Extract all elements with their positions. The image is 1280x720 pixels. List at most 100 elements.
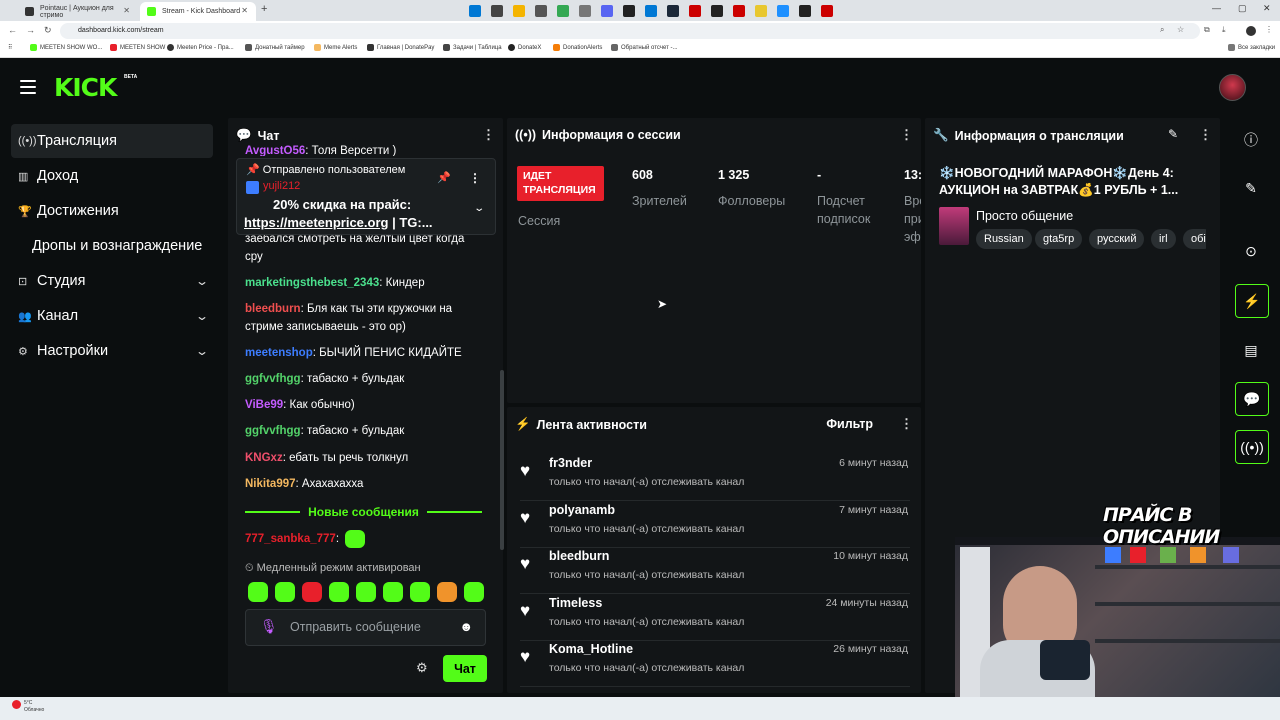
edit-stream-icon[interactable]: ✎ bbox=[1232, 169, 1270, 207]
chat-scrollbar[interactable] bbox=[500, 370, 504, 550]
new-messages-divider[interactable]: Новые сообщения bbox=[237, 503, 490, 521]
activity-username[interactable]: Koma_Hotline bbox=[549, 642, 633, 656]
activity-username[interactable]: polyanamb bbox=[549, 503, 615, 517]
chat-settings-gear-icon[interactable]: ⚙ bbox=[416, 660, 428, 676]
weather-widget[interactable]: 5°C Облачно bbox=[24, 700, 44, 714]
activity-menu-icon[interactable]: ⋮ bbox=[900, 416, 913, 432]
taskbar-app-icon[interactable] bbox=[711, 5, 723, 17]
taskbar-app-icon[interactable] bbox=[821, 5, 833, 17]
kick-logo[interactable]: KICK bbox=[54, 73, 117, 102]
taskbar-app-icon[interactable] bbox=[601, 5, 613, 17]
rail-broadcast-icon[interactable]: ((•)) bbox=[1235, 430, 1269, 464]
sidebar-item-channel[interactable]: 👥 Канал ⌄ bbox=[11, 299, 213, 333]
chat-input[interactable]: 🎙 Отправить сообщение ☻ bbox=[245, 609, 486, 646]
taskbar-app-icon[interactable] bbox=[557, 5, 569, 17]
chat-username[interactable]: AvgustO56 bbox=[245, 145, 305, 156]
activity-item[interactable]: ♥ polyanamb только что начал(-а) отслежива… bbox=[520, 502, 910, 548]
taskbar-app-icon[interactable] bbox=[535, 5, 547, 17]
taskbar-app-icon[interactable] bbox=[491, 5, 503, 17]
taskbar-app-icon[interactable] bbox=[469, 5, 481, 17]
emoji-picker-icon[interactable]: ☻ bbox=[459, 619, 473, 634]
edit-pencil-icon[interactable]: ✎ bbox=[1168, 127, 1178, 141]
rail-chat-icon[interactable]: 💬 bbox=[1235, 382, 1269, 416]
category-thumbnail[interactable] bbox=[939, 207, 969, 245]
chat-username[interactable]: ggfvvfhgg bbox=[245, 425, 301, 437]
browser-menu-icon[interactable]: ⋮ bbox=[1265, 25, 1273, 34]
sidebar-item-achievements[interactable]: 🏆 Достижения bbox=[11, 194, 213, 228]
bookmark-item[interactable]: Главная | DonatePay bbox=[367, 44, 434, 51]
stream-tag[interactable]: Russian bbox=[976, 229, 1032, 249]
stream-tag[interactable]: обі bbox=[1183, 229, 1206, 249]
activity-username[interactable]: bleedburn bbox=[549, 549, 609, 563]
zoom-icon[interactable]: ⌕ bbox=[1160, 25, 1164, 35]
emote-icon[interactable] bbox=[464, 582, 484, 602]
bookmark-item[interactable]: Донатный таймер bbox=[245, 44, 305, 51]
taskbar-app-icon[interactable] bbox=[689, 5, 701, 17]
close-window-icon[interactable]: ✕ bbox=[1263, 3, 1271, 14]
info-icon[interactable]: ⓘ bbox=[1232, 121, 1270, 159]
chevron-down-icon[interactable]: ⌄ bbox=[195, 309, 209, 323]
hamburger-menu-icon[interactable] bbox=[20, 80, 36, 94]
forward-icon[interactable]: → bbox=[26, 25, 35, 35]
close-tab-icon[interactable]: ✕ bbox=[123, 6, 130, 15]
sidebar-item-settings[interactable]: ⚙ Настройки ⌄ bbox=[11, 334, 213, 368]
emote-icon[interactable] bbox=[356, 582, 376, 602]
emote-icon[interactable] bbox=[248, 582, 268, 602]
chat-username[interactable]: marketingsthebest_2343 bbox=[245, 277, 379, 289]
bookmark-item[interactable]: MEETEN SHOW bbox=[110, 44, 165, 51]
pinned-message[interactable]: 📌 Отправлено пользователем yujli212 20% … bbox=[236, 158, 496, 235]
chat-username[interactable]: KNGxz bbox=[245, 452, 283, 464]
taskbar-app-icon[interactable] bbox=[645, 5, 657, 17]
all-bookmarks[interactable]: Все закладки bbox=[1228, 44, 1275, 51]
minimize-icon[interactable]: — bbox=[1212, 3, 1221, 13]
emote-icon[interactable] bbox=[383, 582, 403, 602]
session-menu-icon[interactable]: ⋮ bbox=[900, 127, 913, 143]
address-bar[interactable]: dashboard.kick.com/stream bbox=[60, 23, 1200, 39]
stream-tag[interactable]: gta5rp bbox=[1035, 229, 1083, 249]
bookmark-star-icon[interactable]: ☆ bbox=[1177, 25, 1184, 34]
bookmark-item[interactable]: Meeten Price - Пра... bbox=[167, 44, 234, 51]
bookmark-item[interactable]: Задачи | Таблица bbox=[443, 44, 502, 51]
browser-tab-kick-dashboard[interactable]: Stream - Kick Dashboard ✕ bbox=[140, 2, 256, 21]
pinned-menu-icon[interactable]: ⋮ bbox=[469, 171, 481, 185]
activity-username[interactable]: fr3nder bbox=[549, 456, 592, 470]
stream-category[interactable]: Просто общение bbox=[976, 209, 1073, 223]
emote-icon[interactable] bbox=[410, 582, 430, 602]
send-chat-button[interactable]: Чат bbox=[443, 655, 487, 682]
activity-item[interactable]: ♥ fr3nder только что начал(-а) отслеживать… bbox=[520, 455, 910, 501]
chat-username[interactable]: ggfvvfhgg bbox=[245, 373, 301, 385]
emote-icon[interactable] bbox=[275, 582, 295, 602]
activity-filter-button[interactable]: Фильтр bbox=[826, 417, 873, 431]
chat-username[interactable]: ViBe99 bbox=[245, 399, 283, 411]
pinned-username[interactable]: yujli212 bbox=[263, 180, 300, 192]
emote-icon[interactable] bbox=[302, 582, 322, 602]
sidebar-item-studio[interactable]: ⊡ Студия ⌄ bbox=[11, 264, 213, 298]
taskbar-app-icon[interactable] bbox=[623, 5, 635, 17]
chevron-down-icon[interactable]: ⌄ bbox=[195, 344, 209, 358]
rail-lightning-icon[interactable]: ⚡ bbox=[1235, 284, 1269, 318]
stream-info-menu-icon[interactable]: ⋮ bbox=[1199, 127, 1212, 143]
activity-item[interactable]: ♥ bleedburn только что начал(-а) отслежива… bbox=[520, 548, 910, 594]
chat-username[interactable]: meetenshop bbox=[245, 347, 313, 359]
sidebar-item-drops[interactable]: Дропы и вознаграждение bbox=[32, 229, 234, 263]
mic-icon[interactable]: 🎙 bbox=[260, 618, 278, 635]
chevron-down-icon[interactable]: ⌄ bbox=[195, 274, 209, 288]
apps-icon[interactable]: ⠿ bbox=[8, 44, 12, 51]
taskbar-app-icon[interactable] bbox=[777, 5, 789, 17]
taskbar-app-icon[interactable] bbox=[733, 5, 745, 17]
reload-icon[interactable]: ↻ bbox=[44, 25, 52, 36]
emote-icon[interactable] bbox=[329, 582, 349, 602]
taskbar-app-icon[interactable] bbox=[513, 5, 525, 17]
extensions-icon[interactable]: ⧉ bbox=[1204, 25, 1210, 35]
emote-icon[interactable] bbox=[437, 582, 457, 602]
browser-tab-pointauc[interactable]: Pointauc | Аукцион для стримо ✕ bbox=[18, 2, 138, 21]
chat-username[interactable]: bleedburn bbox=[245, 303, 301, 315]
taskbar-app-icon[interactable] bbox=[667, 5, 679, 17]
close-tab-icon[interactable]: ✕ bbox=[241, 6, 248, 15]
taskbar-app-icon[interactable] bbox=[579, 5, 591, 17]
screenshot-icon[interactable]: ⊙ bbox=[1232, 232, 1270, 270]
user-avatar[interactable] bbox=[1219, 74, 1246, 101]
activity-item[interactable]: ♥ Koma_Hotline только что начал(-а) отслеж… bbox=[520, 641, 910, 687]
bookmark-item[interactable]: DonateX bbox=[508, 44, 541, 51]
back-icon[interactable]: ← bbox=[8, 25, 17, 35]
